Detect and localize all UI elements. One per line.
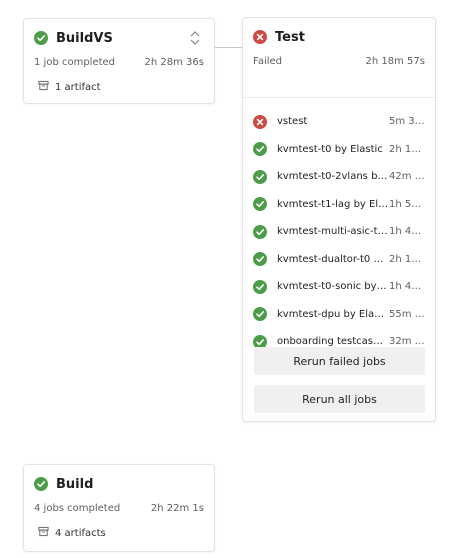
job-item[interactable]: kvmtest-multi-asic-t1-lag 1h 42m 5s <box>253 218 425 246</box>
job-duration: 1h 42m 5s <box>389 226 425 238</box>
stage-title: BuildVS <box>56 30 113 46</box>
expand-collapse-icon[interactable] <box>188 29 202 47</box>
job-name: onboarding testcases by Elastic <box>277 336 389 348</box>
job-name: kvmtest-dpu by Elastic <box>277 308 389 320</box>
stage-summary-row: 4 jobs completed 2h 22m 1s <box>34 503 204 517</box>
stage-duration: 2h 22m 1s <box>150 503 204 514</box>
job-duration: 2h 18m 2s <box>389 253 425 265</box>
job-duration: 42m 10s <box>389 171 425 183</box>
job-item[interactable]: kvmtest-dualtor-t0 by Elastic 2h 18m 2s <box>253 246 425 274</box>
stage-card-build[interactable]: Build 4 jobs completed 2h 22m 1s 4 artif… <box>23 464 215 552</box>
check-circle-icon <box>253 197 267 212</box>
check-circle-icon <box>253 142 267 157</box>
stage-header: Test <box>253 28 425 46</box>
job-duration: 55m 40s <box>389 308 425 320</box>
check-circle-icon <box>34 477 48 491</box>
artifacts-link[interactable]: 1 artifact <box>38 80 101 94</box>
error-circle-icon <box>253 114 267 129</box>
error-circle-icon <box>253 30 267 44</box>
divider <box>243 97 435 98</box>
artifacts-label: 1 artifact <box>55 81 101 93</box>
job-duration: 1h 59m 3s <box>389 198 425 210</box>
rerun-failed-jobs-button[interactable]: Rerun failed jobs <box>254 347 425 375</box>
job-duration: 1h 47m 9s <box>389 281 425 293</box>
stage-summary: 1 job completed <box>34 57 116 68</box>
job-name: kvmtest-t1-lag by Elastic <box>277 198 389 210</box>
stage-summary-row: Failed 2h 18m 57s <box>253 56 425 70</box>
job-item[interactable]: kvmtest-t1-lag by Elastic 1h 59m 3s <box>253 191 425 219</box>
job-item[interactable]: kvmtest-t0 by Elastic 2h 17m 11s <box>253 136 425 164</box>
stage-card-buildvs[interactable]: BuildVS 1 job completed 2h 28m 36s 1 art… <box>23 18 215 104</box>
job-item[interactable]: kvmtest-dpu by Elastic 55m 40s <box>253 301 425 329</box>
job-list: vstest 5m 32s kvmtest-t0 by Elastic 2h 1… <box>253 108 425 356</box>
job-name: kvmtest-dualtor-t0 by Elastic <box>277 253 389 265</box>
job-name: kvmtest-t0 by Elastic <box>277 143 383 155</box>
job-item[interactable]: vstest 5m 32s <box>253 108 425 136</box>
stage-summary: 4 jobs completed <box>34 503 121 514</box>
stage-duration: 2h 28m 36s <box>144 57 204 68</box>
stage-duration: 2h 18m 57s <box>365 56 425 67</box>
artifacts-link[interactable]: 4 artifacts <box>38 526 106 540</box>
stage-header: BuildVS <box>34 29 204 47</box>
check-circle-icon <box>253 169 267 184</box>
job-item[interactable]: kvmtest-t0-2vlans by Elastic 42m 10s <box>253 163 425 191</box>
job-name: kvmtest-t0-2vlans by Elastic <box>277 171 389 183</box>
artifacts-label: 4 artifacts <box>55 527 106 539</box>
job-name: kvmtest-t0-sonic by Elastic <box>277 281 389 293</box>
check-circle-icon <box>253 252 267 267</box>
artifact-box-icon <box>38 526 49 540</box>
stage-title: Test <box>275 29 305 45</box>
stage-summary-row: 1 job completed 2h 28m 36s <box>34 57 204 71</box>
stage-connector <box>215 47 242 48</box>
stage-header: Build <box>34 475 204 493</box>
check-circle-icon <box>253 279 267 294</box>
job-duration: 5m 32s <box>389 116 425 128</box>
job-name: vstest <box>277 116 308 128</box>
check-circle-icon <box>253 224 267 239</box>
artifact-box-icon <box>38 80 49 94</box>
job-name: kvmtest-multi-asic-t1-lag <box>277 226 389 238</box>
stage-summary: Failed <box>253 56 283 67</box>
job-duration: 32m 12s <box>389 336 425 348</box>
check-circle-icon <box>253 307 267 322</box>
stage-title: Build <box>56 476 94 492</box>
check-circle-icon <box>34 31 48 45</box>
job-duration: 2h 17m 11s <box>389 143 425 155</box>
stage-card-test[interactable]: Test Failed 2h 18m 57s vstest 5m 32s kvm… <box>242 17 436 422</box>
job-item[interactable]: kvmtest-t0-sonic by Elastic 1h 47m 9s <box>253 273 425 301</box>
rerun-all-jobs-button[interactable]: Rerun all jobs <box>254 385 425 413</box>
